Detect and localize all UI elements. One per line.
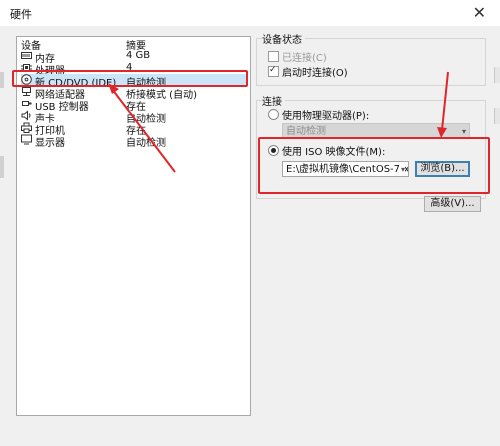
sound-icon <box>21 110 31 121</box>
annotation-highlight-iso-section <box>258 137 490 194</box>
connect-on-power-on-label: 启动时连接(O) <box>282 68 348 79</box>
device-row-display[interactable]: 显示器 自动检测 <box>21 134 246 149</box>
connected-checkbox[interactable] <box>268 51 279 62</box>
connected-label: 已连接(C) <box>282 53 327 64</box>
background-window-edge <box>494 67 500 83</box>
title-bar: 硬件 ✕ <box>0 0 500 26</box>
background-window-edge <box>0 156 4 178</box>
advanced-button[interactable]: 高级(V)... <box>424 196 481 212</box>
device-status-title: 设备状态 <box>262 31 305 46</box>
device-summary: 4 GB <box>126 50 151 61</box>
device-row-usb[interactable]: USB 控制器 存在 <box>21 98 246 113</box>
background-window-edge <box>0 72 4 88</box>
device-list[interactable]: 设备 摘要 内存 4 GB 处理器 4 新 CD/DVD (IDE) 自动检测 … <box>16 36 251 416</box>
physical-drive-radio[interactable] <box>268 109 279 120</box>
physical-drive-label: 使用物理驱动器(P): <box>282 111 370 122</box>
window-title: 硬件 <box>10 8 32 21</box>
memory-icon <box>21 52 32 59</box>
printer-icon <box>21 122 32 133</box>
background-window-edge <box>494 108 500 124</box>
device-row-network[interactable]: 网络适配器 桥接模式 (自动) <box>21 86 246 101</box>
connection-title: 连接 <box>262 93 285 108</box>
device-row-memory[interactable]: 内存 4 GB <box>21 50 246 65</box>
network-icon <box>22 87 31 96</box>
usb-icon <box>22 101 32 106</box>
connect-on-power-on-checkbox[interactable] <box>268 65 279 77</box>
device-name: 显示器 <box>35 138 65 149</box>
close-icon[interactable]: ✕ <box>473 3 486 22</box>
device-list-header: 设备 摘要 <box>21 37 246 52</box>
device-row-sound[interactable]: 声卡 自动检测 <box>21 110 246 125</box>
display-icon <box>21 134 32 145</box>
device-row-printer[interactable]: 打印机 存在 <box>21 122 246 137</box>
device-summary: 自动检测 <box>126 138 166 149</box>
physical-drive-value: 自动检测 <box>286 126 326 137</box>
annotation-highlight-cd-row <box>12 70 248 87</box>
